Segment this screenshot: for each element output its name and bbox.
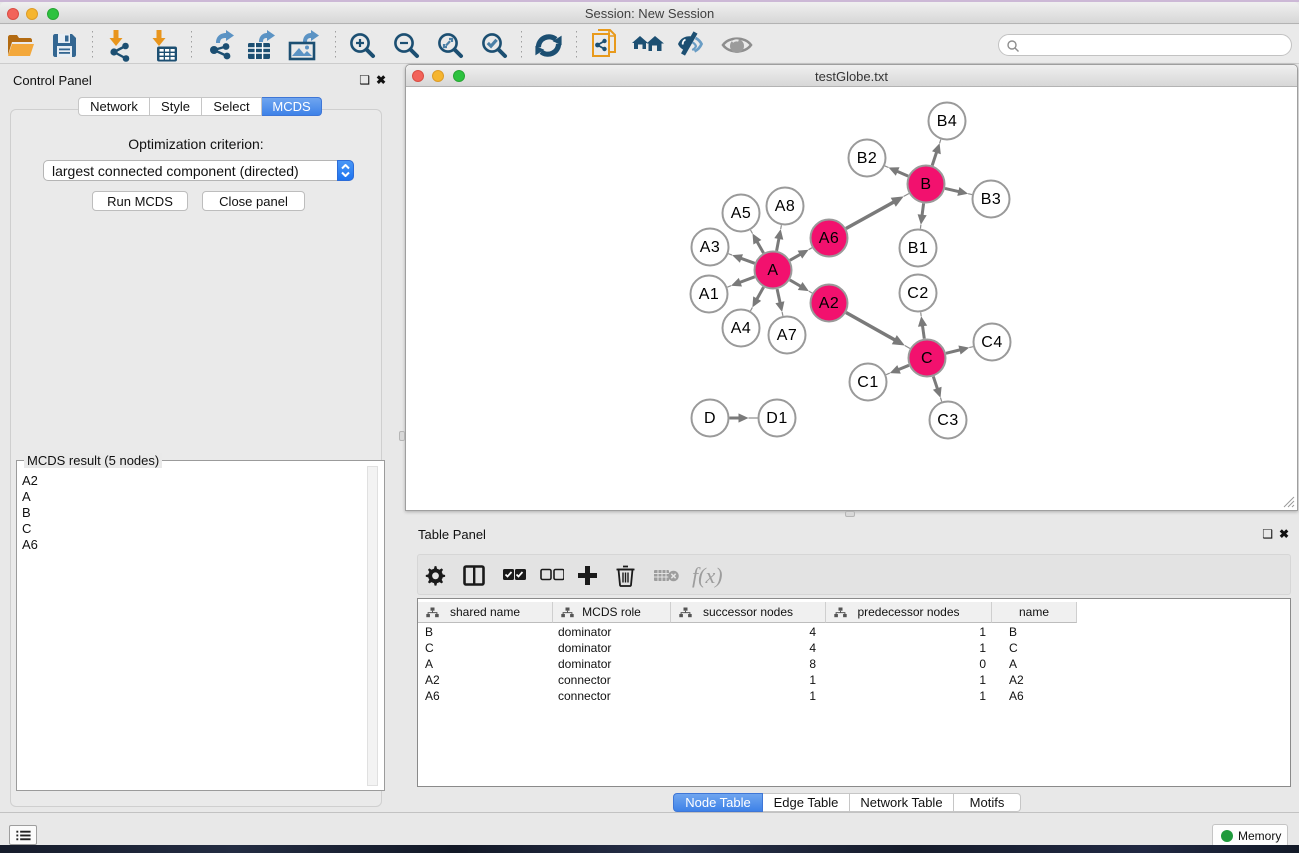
svg-text:B1: B1 — [908, 240, 929, 257]
svg-text:A8: A8 — [775, 198, 796, 215]
svg-text:A4: A4 — [731, 320, 752, 337]
svg-text:C: C — [921, 350, 933, 367]
svg-text:A5: A5 — [731, 205, 752, 222]
svg-text:B: B — [920, 176, 931, 193]
svg-text:C4: C4 — [981, 334, 1002, 351]
svg-text:B4: B4 — [937, 113, 958, 130]
svg-text:A6: A6 — [819, 230, 840, 247]
svg-text:C3: C3 — [937, 412, 958, 429]
svg-text:B3: B3 — [981, 191, 1002, 208]
svg-text:C1: C1 — [857, 374, 878, 391]
svg-text:A1: A1 — [699, 286, 720, 303]
svg-text:A: A — [767, 262, 778, 279]
svg-text:C2: C2 — [907, 285, 928, 302]
svg-text:f(x): f(x) — [692, 563, 723, 588]
svg-text:A7: A7 — [777, 327, 798, 344]
svg-text:D: D — [704, 410, 716, 427]
svg-text:A3: A3 — [700, 239, 721, 256]
svg-text:B2: B2 — [857, 150, 878, 167]
svg-text:D1: D1 — [766, 410, 787, 427]
svg-text:A2: A2 — [819, 295, 840, 312]
